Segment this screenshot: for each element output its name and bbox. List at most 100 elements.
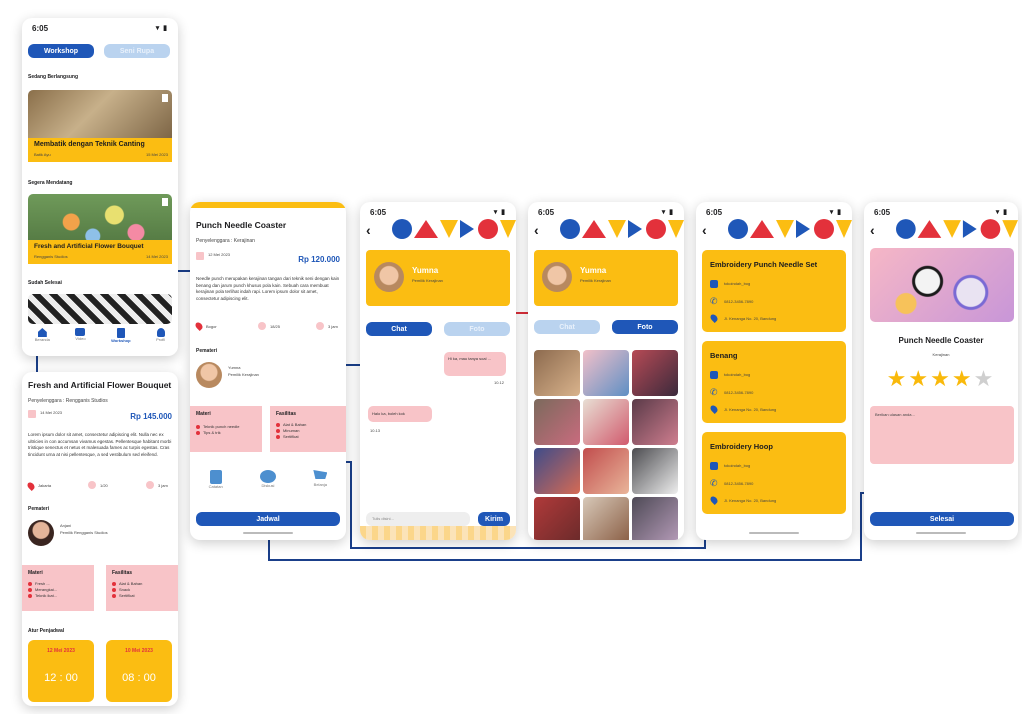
phone-icon: ✆ xyxy=(710,478,718,488)
fasilitas-heading: Fasilitas xyxy=(276,411,297,417)
nav-workshop[interactable]: Workshop xyxy=(111,328,131,352)
phone-workshop-list: 6:05 ▾ ▮ Workshop Seni Rupa Sedang Berlan… xyxy=(22,18,178,356)
tab-foto[interactable]: Foto xyxy=(612,320,678,334)
description: Needle punch merupakan kerajinan tangan … xyxy=(196,276,340,301)
photo-thumb[interactable] xyxy=(534,399,580,445)
card-title: Embroidery Hoop xyxy=(710,442,773,451)
bookmark-icon[interactable] xyxy=(162,198,168,206)
fasilitas-box: Fasilitas Alat & Bahan Snack Sertifikat xyxy=(106,565,178,611)
photo-thumb[interactable] xyxy=(583,497,629,540)
nav-home[interactable]: Beranda xyxy=(35,328,50,352)
flow-line xyxy=(268,559,861,561)
tab-shop[interactable]: Belanja xyxy=(313,470,328,489)
photo-thumb[interactable] xyxy=(632,399,678,445)
materi-box: Materi Teknik punch needle Tips & trik xyxy=(190,406,262,452)
slot-time: 08 : 00 xyxy=(122,672,156,684)
speaker-name: Yumna xyxy=(228,365,241,370)
product-subtitle: Kerajinan xyxy=(932,352,950,357)
shop-address: Jl. Kenanga No. 20, Bandung xyxy=(724,498,777,503)
chat-icon xyxy=(260,470,276,483)
status-bar: 6:05 ▾ ▮ xyxy=(874,208,1008,217)
materi-box: Materi Fresh ... Merangkai... Teknik ika… xyxy=(22,565,94,611)
photo-thumb[interactable] xyxy=(583,399,629,445)
status-bar: 6:05 ▾ ▮ xyxy=(706,208,842,217)
photo-thumb[interactable] xyxy=(583,448,629,494)
back-icon[interactable]: ‹ xyxy=(870,222,875,238)
schedule-slot-1[interactable]: 12 Mei 2023 12 : 00 xyxy=(28,640,94,702)
header-decoration xyxy=(728,219,852,239)
flow-line xyxy=(350,461,352,548)
photo-thumb[interactable] xyxy=(632,448,678,494)
back-icon[interactable]: ‹ xyxy=(366,222,371,238)
shop-card[interactable]: Benang tokoindah_bog ✆ 0812-3456-7890 Jl… xyxy=(702,341,846,423)
back-icon[interactable]: ‹ xyxy=(702,222,707,238)
send-button[interactable]: Kirim xyxy=(478,512,510,526)
location: Bogor xyxy=(206,324,217,329)
speaker-heading: Pemateri xyxy=(28,506,50,512)
photo-thumb[interactable] xyxy=(534,497,580,540)
star-icon[interactable]: ★ xyxy=(974,366,996,391)
description: Lorem ipsum dolor sit amet, consectetur … xyxy=(28,432,172,457)
tab-foto[interactable]: Foto xyxy=(444,322,510,336)
tab-chat[interactable]: Chat xyxy=(366,322,432,336)
card-date: 14 Mei 2023 xyxy=(145,254,168,259)
photo-thumb[interactable] xyxy=(632,350,678,396)
bookmark-icon[interactable] xyxy=(162,94,168,102)
star-icon[interactable]: ★ xyxy=(930,366,952,391)
star-icon[interactable]: ★ xyxy=(952,366,974,391)
card-caption: Fresh and Artificial Flower Bouquet Reng… xyxy=(28,240,172,264)
shop-address: Jl. Kenanga No. 20, Bandung xyxy=(724,316,777,321)
nav-video[interactable]: Video xyxy=(75,328,86,352)
photo-thumb[interactable] xyxy=(534,350,580,396)
tab-chat[interactable]: Chat xyxy=(534,320,600,334)
message-text: Hi ka, mau tanya soal ... xyxy=(448,356,491,361)
slot-time: 12 : 00 xyxy=(44,672,78,684)
duration: 3 jam xyxy=(328,324,338,329)
card-finished[interactable] xyxy=(28,294,172,324)
shop-card[interactable]: Embroidery Punch Needle Set tokoindah_bo… xyxy=(702,250,846,332)
nav-profile[interactable]: Profil xyxy=(156,328,165,352)
status-bar: 6:05 ▾ ▮ xyxy=(32,24,168,33)
fasilitas-heading: Fasilitas xyxy=(112,570,133,576)
photo-thumb[interactable] xyxy=(534,448,580,494)
finish-button[interactable]: Selesai xyxy=(870,512,1014,526)
tab-notes[interactable]: Catatan xyxy=(209,470,223,489)
event-date: 14 Mei 2023 xyxy=(40,410,63,415)
schedule-slot-2[interactable]: 10 Mei 2023 08 : 00 xyxy=(106,640,172,702)
message-input[interactable]: Tulis disini... xyxy=(366,512,470,526)
tab-workshop[interactable]: Workshop xyxy=(28,44,94,58)
photo-thumb[interactable] xyxy=(583,350,629,396)
speaker-role: Pemilik Rengganis Studios xyxy=(60,530,108,535)
star-icon[interactable]: ★ xyxy=(887,366,909,391)
slot-date: 10 Mei 2023 xyxy=(125,648,153,654)
phone-icon: ✆ xyxy=(710,296,718,306)
tab-discussion[interactable]: Diskusi xyxy=(260,470,276,489)
location-icon xyxy=(194,321,204,331)
card-date: 15 Mei 2023 xyxy=(145,152,168,157)
section-finished: Sudah Selesai xyxy=(28,280,62,286)
calendar-icon xyxy=(196,252,204,260)
shop-card[interactable]: Embroidery Hoop tokoindah_bog ✆ 0812-345… xyxy=(702,432,846,514)
instagram-icon xyxy=(710,280,718,288)
tab-seni-rupa[interactable]: Seni Rupa xyxy=(104,44,170,58)
review-textarea[interactable]: Berikan ulasan anda... xyxy=(870,406,1014,464)
card-flower[interactable]: Fresh and Artificial Flower Bouquet Reng… xyxy=(28,194,172,264)
card-batik[interactable]: Membatik dengan Teknik Canting Batik Ayu… xyxy=(28,90,172,162)
shop-address: Jl. Kenanga No. 20, Bandung xyxy=(724,407,777,412)
section-upcoming: Segera Mendatang xyxy=(28,180,73,186)
price: Rp 145.000 xyxy=(130,412,172,421)
price: Rp 120.000 xyxy=(298,255,340,264)
rating-stars[interactable]: ★★★★★ xyxy=(864,366,1018,392)
back-icon[interactable]: ‹ xyxy=(534,222,539,238)
shop-phone: 0812-3456-7890 xyxy=(724,390,754,395)
section-ongoing: Sedang Berlangsung xyxy=(28,74,79,80)
shop-handle: tokoindah_bog xyxy=(724,463,751,468)
card-caption: Membatik dengan Teknik Canting Batik Ayu… xyxy=(28,138,172,162)
photo-thumb[interactable] xyxy=(632,497,678,540)
phone-punch-detail: Punch Needle Coaster Penyelenggara : Ker… xyxy=(190,202,346,540)
star-icon[interactable]: ★ xyxy=(908,366,930,391)
schedule-button[interactable]: Jadwal xyxy=(196,512,340,526)
phone-flower-detail: Fresh and Artificial Flower Bouquet Peny… xyxy=(22,372,178,706)
status-bar: 6:05 ▾ ▮ xyxy=(370,208,506,217)
speaker-name: Anjani xyxy=(60,523,72,528)
